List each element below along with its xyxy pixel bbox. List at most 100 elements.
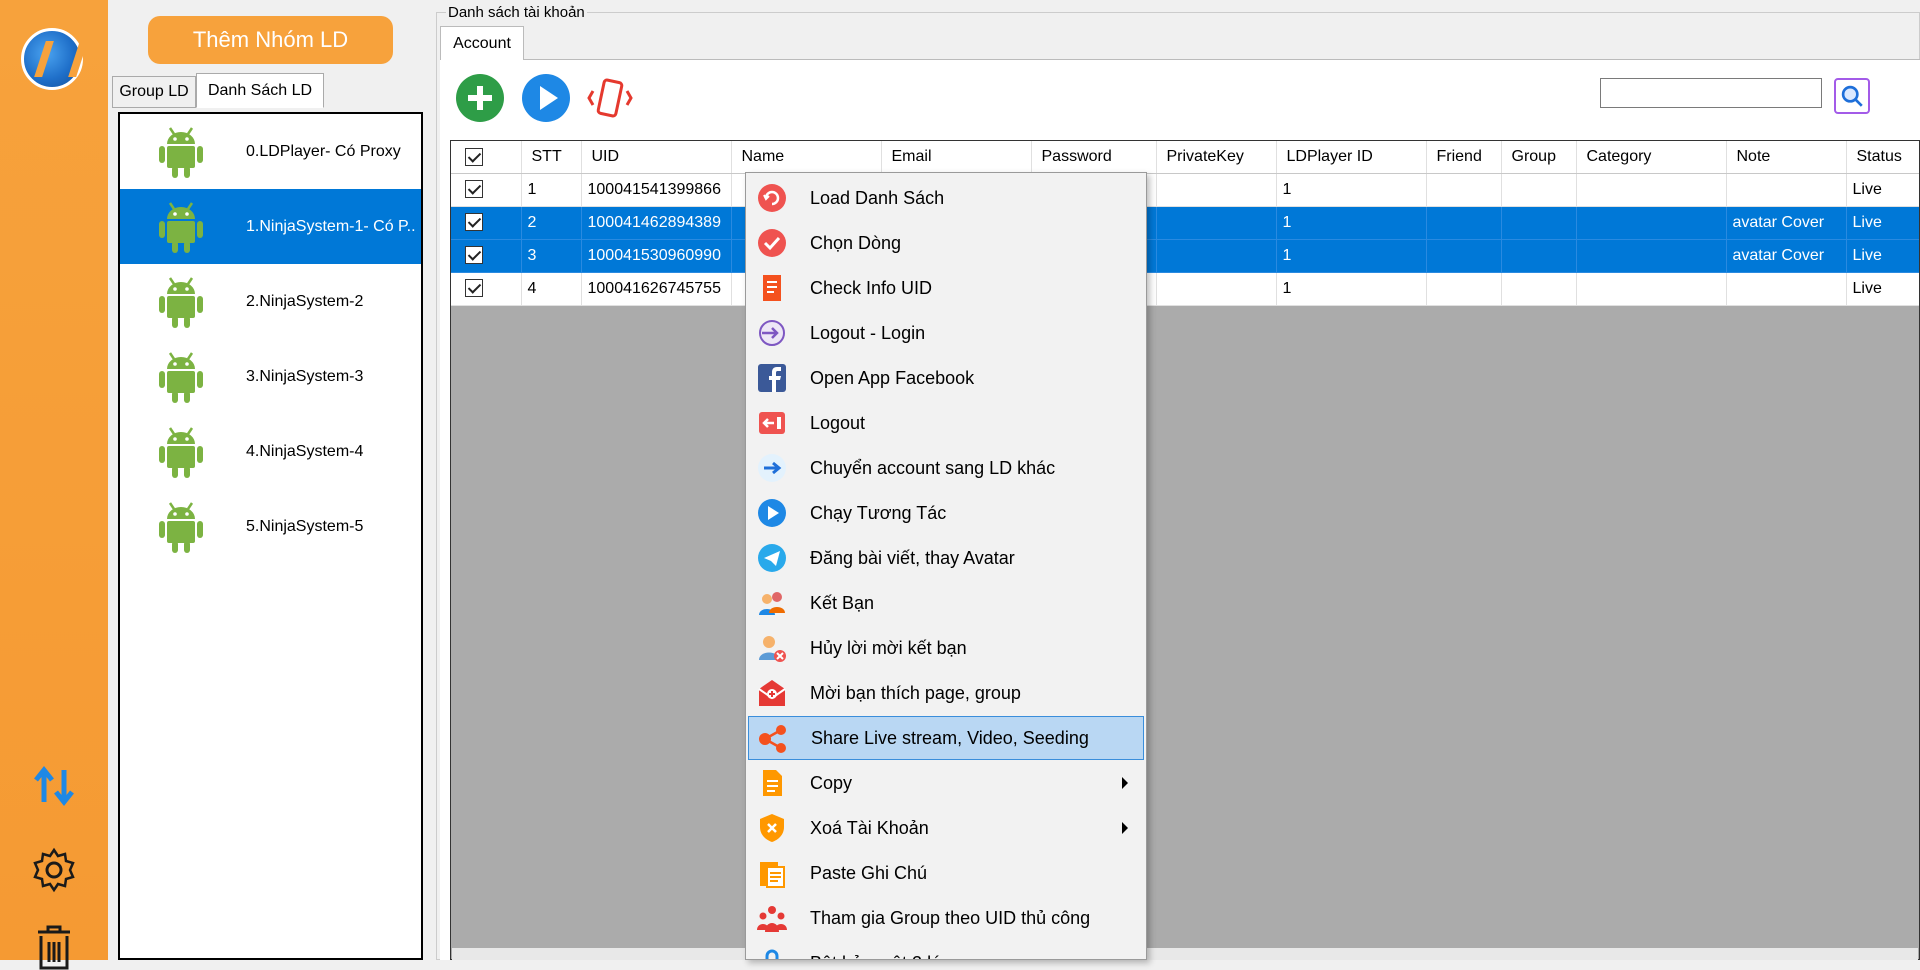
tab-danh-sach-ld[interactable]: Danh Sách LD xyxy=(196,73,324,108)
cell-status: Live xyxy=(1846,272,1919,306)
cell-status: Live xyxy=(1846,206,1919,240)
add-icon[interactable] xyxy=(455,73,505,123)
context-menu-item[interactable]: Đăng bài viết, thay Avatar xyxy=(748,536,1144,580)
column-header[interactable]: Password xyxy=(1031,141,1157,174)
row-checkbox[interactable] xyxy=(465,213,483,232)
context-menu-item[interactable]: Kết Bạn xyxy=(748,581,1144,625)
cell-group xyxy=(1501,173,1577,207)
facebook-icon xyxy=(758,364,786,392)
android-icon xyxy=(159,127,203,178)
ld-list-item[interactable]: 3.NinjaSystem-3 xyxy=(120,339,421,414)
add-ld-group-button[interactable]: Thêm Nhóm LD xyxy=(148,16,393,64)
context-menu-item[interactable]: Logout xyxy=(748,401,1144,445)
context-menu-item[interactable]: Chạy Tương Tác xyxy=(748,491,1144,535)
context-menu-item[interactable]: Chuyển account sang LD khác xyxy=(748,446,1144,490)
context-menu-item[interactable]: Copy xyxy=(748,761,1144,805)
cell-privatekey xyxy=(1156,239,1277,273)
row-checkbox-cell[interactable] xyxy=(451,173,522,207)
cell-note: avatar Cover xyxy=(1726,206,1847,240)
row-checkbox[interactable] xyxy=(465,246,483,265)
column-header[interactable]: Note xyxy=(1726,141,1847,174)
row-checkbox[interactable] xyxy=(465,180,483,199)
cell-uid: 100041530960990 xyxy=(581,239,732,273)
account-grid: STT UID Name Email Password PrivateKey LDPlaye… xyxy=(450,140,1920,960)
row-checkbox[interactable] xyxy=(465,279,483,298)
document-icon xyxy=(763,275,781,301)
context-menu-item[interactable]: Open App Facebook xyxy=(748,356,1144,400)
lock-icon xyxy=(765,949,779,959)
trash-icon[interactable] xyxy=(30,922,78,970)
cell-stt: 4 xyxy=(521,272,582,306)
context-menu-item[interactable]: Hủy lời mời kết bạn xyxy=(748,626,1144,670)
column-header[interactable]: PrivateKey xyxy=(1156,141,1277,174)
table-row[interactable]: 3 100041530960990 1 avatar Cover Live xyxy=(451,239,1919,273)
column-header[interactable]: Status xyxy=(1846,141,1919,174)
context-menu-item[interactable]: Tham gia Group theo UID thủ công xyxy=(748,896,1144,940)
cell-stt: 3 xyxy=(521,239,582,273)
row-checkbox-cell[interactable] xyxy=(451,206,522,240)
cell-ldplayer-id: 1 xyxy=(1276,173,1427,207)
table-row[interactable]: 2 100041462894389 1 avatar Cover Live xyxy=(451,206,1919,240)
search-input[interactable] xyxy=(1600,78,1822,108)
context-menu-label: Logout xyxy=(810,412,866,433)
check-circle-icon xyxy=(758,229,786,257)
play-icon[interactable] xyxy=(521,73,571,123)
row-checkbox-cell[interactable] xyxy=(451,272,522,306)
select-all-checkbox[interactable] xyxy=(465,147,483,166)
context-menu-label: Đăng bài viết, thay Avatar xyxy=(810,547,1015,568)
context-menu-item[interactable]: Paste Ghi Chú xyxy=(748,851,1144,895)
account-group-title: Danh sách tài khoản xyxy=(446,4,587,21)
ld-list-item[interactable]: 2.NinjaSystem-2 xyxy=(120,264,421,339)
column-header[interactable]: UID xyxy=(581,141,732,174)
column-header[interactable]: STT xyxy=(521,141,582,174)
cell-stt: 1 xyxy=(521,173,582,207)
ld-list-item[interactable]: 5.NinjaSystem-5 xyxy=(120,489,421,564)
context-menu-item[interactable]: Check Info UID xyxy=(748,266,1144,310)
cell-friend xyxy=(1426,239,1502,273)
tab-account[interactable]: Account xyxy=(440,26,524,60)
context-menu-label: Bật bảo mật 2 lớp xyxy=(810,953,953,960)
column-header[interactable]: Email xyxy=(881,141,1032,174)
column-header[interactable]: Friend xyxy=(1426,141,1502,174)
paste-icon xyxy=(760,862,785,888)
ld-item-label: 0.LDPlayer- Có Proxy xyxy=(246,142,401,160)
play-icon xyxy=(758,499,786,527)
sort-arrows-icon[interactable] xyxy=(30,762,78,810)
vibrate-phone-icon[interactable] xyxy=(585,73,635,123)
copy-icon xyxy=(763,770,782,796)
refresh-icon xyxy=(758,184,786,212)
context-menu-item[interactable]: Xoá Tài Khoản xyxy=(748,806,1144,850)
ld-list-item[interactable]: 0.LDPlayer- Có Proxy xyxy=(120,114,421,189)
gear-icon[interactable] xyxy=(30,846,78,894)
submenu-arrow-icon xyxy=(1122,777,1128,789)
cell-ldplayer-id: 1 xyxy=(1276,239,1427,273)
cell-uid: 100041541399866 xyxy=(581,173,732,207)
column-header[interactable]: Name xyxy=(731,141,882,174)
search-icon[interactable] xyxy=(1834,78,1870,114)
header-select-all[interactable] xyxy=(451,141,522,174)
ld-list-item[interactable]: 4.NinjaSystem-4 xyxy=(120,414,421,489)
cell-uid: 100041626745755 xyxy=(581,272,732,306)
table-row[interactable]: 4 100041626745755 1 Live xyxy=(451,272,1919,306)
app-logo-icon[interactable] xyxy=(21,28,83,90)
cell-privatekey xyxy=(1156,272,1277,306)
context-menu-item[interactable]: Mời bạn thích page, group xyxy=(748,671,1144,715)
share-icon xyxy=(759,725,786,753)
context-menu-item[interactable]: Chọn Dòng xyxy=(748,221,1144,265)
submenu-arrow-icon xyxy=(1122,822,1128,834)
column-header[interactable]: Category xyxy=(1576,141,1727,174)
table-row[interactable]: 1 100041541399866 1 Live xyxy=(451,173,1919,207)
column-header[interactable]: LDPlayer ID xyxy=(1276,141,1427,174)
column-header[interactable]: Group xyxy=(1501,141,1577,174)
row-checkbox-cell[interactable] xyxy=(451,239,522,273)
ld-list-item[interactable]: 1.NinjaSystem-1- Có P... xyxy=(120,189,421,264)
context-menu-item[interactable]: Logout - Login xyxy=(748,311,1144,355)
horizontal-scrollbar[interactable] xyxy=(452,948,1918,960)
context-menu-label: Load Danh Sách xyxy=(810,187,945,208)
context-menu-item[interactable]: Load Danh Sách xyxy=(748,176,1144,220)
tab-group-ld[interactable]: Group LD xyxy=(112,76,196,108)
context-menu-item[interactable]: Share Live stream, Video, Seeding xyxy=(748,716,1144,760)
context-menu-item[interactable]: Bật bảo mật 2 lớp xyxy=(748,941,1144,960)
context-menu-label: Copy xyxy=(810,772,853,793)
context-menu-label: Chuyển account sang LD khác xyxy=(810,457,1056,478)
